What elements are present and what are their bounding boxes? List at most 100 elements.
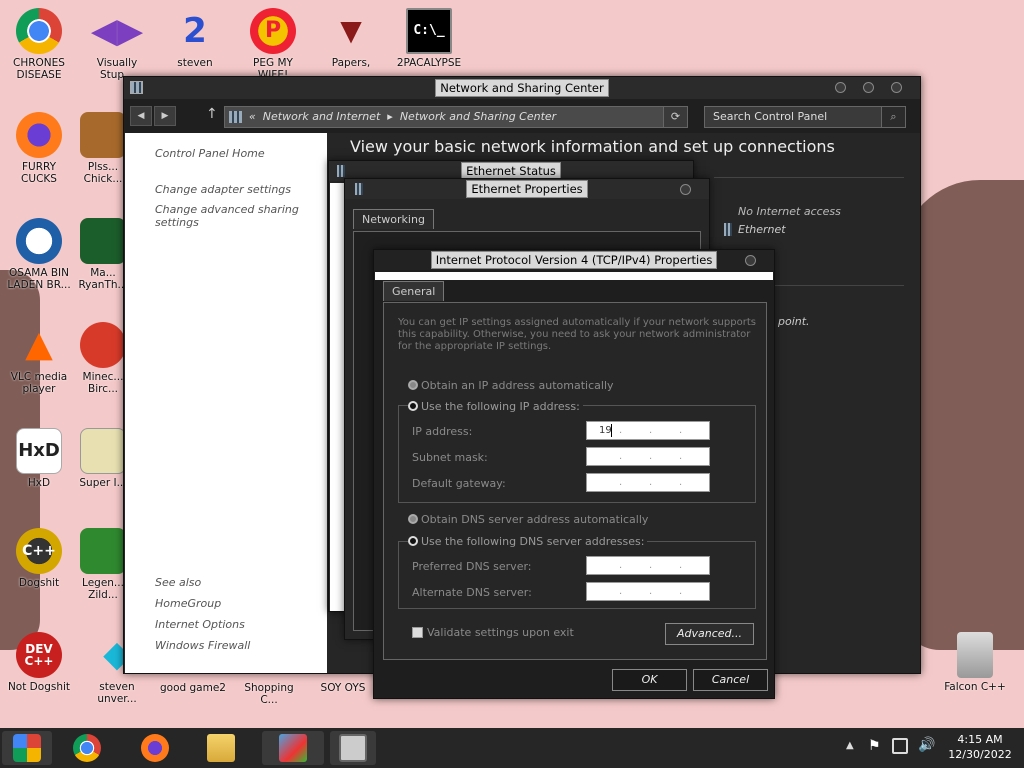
search-input[interactable]: Search Control Panel ⌕ — [704, 106, 906, 128]
papers-please-icon: ▼ — [340, 14, 362, 47]
close-button[interactable] — [680, 184, 691, 195]
network-dialog-icon — [339, 734, 367, 762]
breadcrumb-separator: « — [249, 110, 256, 123]
validate-settings-checkbox[interactable] — [412, 627, 423, 638]
desktop-icon-zelda[interactable]: Legen... Zild... — [78, 528, 128, 601]
clock-date: 12/30/2022 — [948, 748, 1012, 761]
refresh-icon[interactable]: ⟳ — [663, 107, 687, 127]
window-title: Ethernet Properties — [466, 180, 588, 198]
network-icon — [355, 183, 363, 195]
show-hidden-icons-chevron-icon[interactable]: ▲ — [846, 740, 854, 751]
steven-icon: 2 — [183, 11, 207, 51]
search-icon[interactable]: ⌕ — [881, 107, 905, 127]
alternate-dns-input[interactable]: ... — [586, 582, 710, 601]
desktop-icon-visual-studio[interactable]: ◀▶ Visually Stup... — [84, 8, 150, 81]
desktop-icon-shopping[interactable]: Shopping C... — [236, 682, 302, 706]
clock-time: 4:15 AM — [957, 733, 1003, 746]
change-adapter-settings-link[interactable]: Change adapter settings — [155, 183, 291, 196]
maximize-button[interactable] — [863, 82, 874, 93]
back-button[interactable]: ◀ — [130, 106, 152, 126]
desktop-icon-hxd[interactable]: HxD HxD — [6, 428, 72, 489]
close-button[interactable] — [891, 82, 902, 93]
control-panel-icon — [229, 111, 242, 123]
taskbar: ▲ ⚑ 🔊 4:15 AM 12/30/2022 — [0, 728, 1024, 768]
obama-logo-icon — [16, 218, 62, 264]
use-following-dns-radio[interactable] — [408, 536, 418, 546]
taskbar-network-dialog[interactable] — [330, 731, 376, 765]
window-edge — [330, 183, 344, 611]
desktop-icon-chrome[interactable]: CHRONES DISEASE — [6, 8, 72, 81]
firefox-icon — [16, 112, 62, 158]
ip-address-input[interactable]: 19 ... — [586, 421, 710, 440]
advanced-button[interactable]: Advanced... — [665, 623, 754, 645]
forward-button[interactable]: ▶ — [154, 106, 176, 126]
dialog-title: Internet Protocol Version 4 (TCP/IPv4) P… — [430, 251, 718, 269]
cancel-button[interactable]: Cancel — [693, 669, 768, 691]
windows-firewall-link[interactable]: Windows Firewall — [155, 639, 250, 652]
obtain-ip-auto-radio[interactable] — [408, 380, 418, 390]
desktop-icon-angry-birds-space[interactable]: Ma... RyanTh... — [78, 218, 128, 291]
desktop-icon-peg[interactable]: P PEG MY WIFE! — [240, 8, 306, 81]
network-tray-icon[interactable] — [892, 738, 908, 754]
dialog-titlebar[interactable]: Internet Protocol Version 4 (TCP/IPv4) P… — [374, 250, 774, 270]
taskbar-file-explorer[interactable] — [198, 731, 244, 765]
address-bar[interactable]: « Network and Internet ▸ Network and Sha… — [224, 106, 688, 128]
tab-general[interactable]: General — [383, 281, 445, 301]
close-button[interactable] — [745, 255, 756, 266]
desktop-icon-devcpp[interactable]: DEV C++ Not Dogshit — [6, 632, 72, 693]
network-icon — [337, 165, 345, 177]
desktop-icon-soy[interactable]: SOY OYS — [318, 682, 368, 694]
taskbar-control-panel[interactable] — [262, 731, 324, 765]
default-gateway-input[interactable]: ... — [586, 473, 710, 492]
change-advanced-sharing-link[interactable]: Change advanced sharing settings — [155, 203, 299, 229]
subnet-mask-input[interactable]: ... — [586, 447, 710, 466]
breadcrumb-arrow-icon[interactable]: ▸ — [387, 110, 393, 123]
desktop-icon-recycle-bin[interactable]: Falcon C++ — [942, 632, 1008, 693]
control-panel-icon — [130, 81, 143, 94]
desktop-icon-chicken[interactable]: Plss... Chick... — [78, 112, 128, 185]
window-titlebar[interactable]: Ethernet Properties — [345, 179, 709, 199]
taskbar-firefox[interactable] — [132, 731, 178, 765]
obtain-dns-auto-radio[interactable] — [408, 514, 418, 524]
ok-button[interactable]: OK — [612, 669, 687, 691]
up-arrow-icon[interactable]: ↑ — [206, 106, 218, 122]
desktop-icon-super[interactable]: Super I... — [78, 428, 128, 489]
devcpp-icon: DEV C++ — [16, 632, 62, 678]
volume-icon[interactable]: 🔊 — [918, 737, 935, 753]
desktop-icon-papers[interactable]: ▼ Papers, — [318, 8, 384, 70]
breadcrumb-network-internet[interactable]: Network and Internet — [263, 110, 381, 123]
access-point-text: point. — [778, 315, 810, 328]
desktop-icon-dogshit[interactable]: C++ Dogshit — [6, 528, 72, 589]
intro-text: You can get IP settings assigned automat… — [398, 317, 756, 352]
desktop-icon-firefox[interactable]: FURRY CUCKS — [6, 112, 72, 185]
validate-settings-option[interactable]: Validate settings upon exit — [412, 626, 574, 639]
text-cursor — [611, 424, 612, 437]
desktop-icon-osama[interactable]: OSAMA BIN LADEN BR... — [6, 218, 72, 291]
internet-options-link[interactable]: Internet Options — [155, 618, 245, 631]
window-titlebar[interactable]: Network and Sharing Center — [124, 77, 920, 99]
game-icon — [80, 112, 126, 158]
taskbar-chrome[interactable] — [64, 731, 110, 765]
minimize-button[interactable] — [835, 82, 846, 93]
desktop-icon-vlc[interactable]: ▲ VLC media player — [6, 322, 72, 396]
start-button[interactable] — [2, 731, 52, 765]
action-center-flag-icon[interactable]: ⚑ — [868, 738, 881, 754]
use-following-ip-option[interactable]: Use the following IP address: — [408, 400, 583, 413]
ethernet-link[interactable]: Ethernet — [738, 223, 786, 236]
desktop-icon-good-game[interactable]: good game2 — [160, 682, 226, 694]
preferred-dns-input[interactable]: ... — [586, 556, 710, 575]
desktop-icon-steven[interactable]: 2 steven — [162, 8, 228, 69]
obtain-ip-auto-option[interactable]: Obtain an IP address automatically — [408, 379, 614, 392]
homegroup-link[interactable]: HomeGroup — [155, 597, 221, 610]
obtain-dns-auto-option[interactable]: Obtain DNS server address automatically — [408, 513, 648, 526]
desktop-icon-2pacalypse[interactable]: C:\_ 2PACALYPSE — [396, 8, 462, 69]
tab-networking[interactable]: Networking — [353, 209, 434, 229]
ip-address-label: IP address: — [412, 425, 473, 438]
use-following-dns-option[interactable]: Use the following DNS server addresses: — [408, 535, 648, 548]
desktop-icon-minecraft-birds[interactable]: Minec... Birc... — [78, 322, 128, 395]
control-panel-home-link[interactable]: Control Panel Home — [155, 147, 265, 160]
no-internet-access-text: No Internet access — [738, 205, 841, 218]
clock[interactable]: 4:15 AM 12/30/2022 — [944, 732, 1016, 762]
breadcrumb-network-sharing[interactable]: Network and Sharing Center — [400, 110, 556, 123]
use-following-ip-radio[interactable] — [408, 401, 418, 411]
